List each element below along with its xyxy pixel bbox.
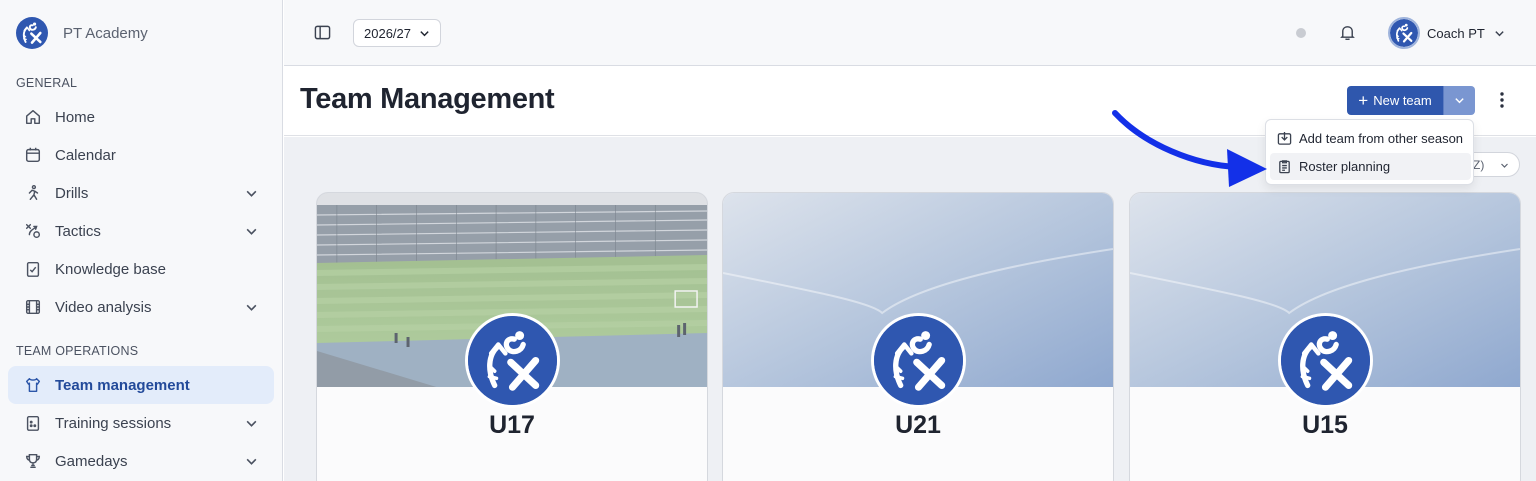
chevron-down-icon xyxy=(1455,98,1464,104)
team-card-u15[interactable]: U15 xyxy=(1129,192,1521,481)
sidebar-toggle-icon[interactable] xyxy=(314,24,331,41)
sidebar-item-label: Calendar xyxy=(55,146,116,164)
avatar xyxy=(1388,17,1420,49)
sidebar-item-label: Training sessions xyxy=(55,414,172,432)
sidebar: PT Academy GENERAL Home Calendar Drills … xyxy=(0,0,283,481)
annotation-arrow xyxy=(1112,110,1267,187)
chevron-down-icon[interactable] xyxy=(245,455,258,468)
sidebar-item-drills[interactable]: Drills xyxy=(8,174,274,212)
sidebar-item-label: Tactics xyxy=(55,222,101,240)
new-team-dropdown-toggle[interactable] xyxy=(1443,86,1475,115)
sidebar-item-label: Video analysis xyxy=(55,298,152,316)
brand[interactable]: PT Academy xyxy=(16,17,148,49)
new-team-split-button: + New team xyxy=(1347,86,1475,115)
bell-icon[interactable] xyxy=(1339,24,1356,41)
team-logo xyxy=(1278,313,1373,408)
sidebar-item-label: Home xyxy=(55,108,96,126)
team-name: U21 xyxy=(895,411,941,439)
sidebar-item-knowledge-base[interactable]: Knowledge base xyxy=(8,250,274,288)
new-team-label: New team xyxy=(1373,93,1432,108)
home-icon xyxy=(25,109,41,125)
sidebar-item-team-management[interactable]: Team management xyxy=(8,366,274,404)
running-icon xyxy=(28,184,39,201)
plus-icon: + xyxy=(1358,91,1369,110)
menu-item-add-team-from-other-season[interactable]: Add team from other season xyxy=(1270,125,1471,152)
team-card-u17[interactable]: U17 xyxy=(316,192,708,481)
sidebar-item-label: Gamedays xyxy=(55,452,128,470)
club-logo-icon xyxy=(1390,19,1418,47)
chevron-down-icon[interactable] xyxy=(245,225,258,238)
clipboard-dice-icon xyxy=(26,415,40,431)
chevron-down-icon[interactable] xyxy=(245,417,258,430)
more-options-icon[interactable] xyxy=(1494,90,1510,110)
sidebar-item-tactics[interactable]: Tactics xyxy=(8,212,274,250)
team-logo xyxy=(465,313,560,408)
chevron-down-icon[interactable] xyxy=(245,301,258,314)
team-name: U17 xyxy=(489,411,535,439)
sidebar-item-training-sessions[interactable]: Training sessions xyxy=(8,404,274,442)
clipboard-check-icon xyxy=(26,261,40,277)
main-content: -Z) U17 U21 U15 xyxy=(284,137,1536,481)
new-team-dropdown-menu: Add team from other season Roster planni… xyxy=(1265,119,1474,185)
sidebar-item-video-analysis[interactable]: Video analysis xyxy=(8,288,274,326)
season-value: 2026/27 xyxy=(364,25,411,41)
sidebar-item-label: Team management xyxy=(55,376,190,394)
sidebar-item-gamedays[interactable]: Gamedays xyxy=(8,442,274,480)
club-logo-icon xyxy=(16,17,48,49)
sidebar-item-label: Knowledge base xyxy=(55,260,166,278)
menu-item-label: Roster planning xyxy=(1299,159,1391,174)
menu-item-roster-planning[interactable]: Roster planning xyxy=(1270,153,1471,180)
chevron-down-icon xyxy=(1495,30,1504,36)
team-card-u21[interactable]: U21 xyxy=(722,192,1114,481)
status-dot xyxy=(1296,28,1306,38)
calendar-icon xyxy=(25,147,41,163)
sidebar-item-calendar[interactable]: Calendar xyxy=(8,136,274,174)
sidebar-item-home[interactable]: Home xyxy=(8,98,274,136)
topbar: 2026/27 Coach PT xyxy=(284,0,1536,66)
tactics-icon xyxy=(25,223,41,239)
section-title-team-operations: TEAM OPERATIONS xyxy=(16,344,139,358)
chevron-down-icon[interactable] xyxy=(245,187,258,200)
season-select[interactable]: 2026/27 xyxy=(353,19,441,47)
film-icon xyxy=(25,299,41,315)
chevron-down-icon xyxy=(1501,163,1508,168)
user-menu[interactable]: Coach PT xyxy=(1388,17,1505,49)
club-logo-icon xyxy=(1281,316,1370,405)
sidebar-item-label: Drills xyxy=(55,184,89,202)
club-logo-icon xyxy=(874,316,963,405)
trophy-icon xyxy=(25,453,41,469)
team-logo xyxy=(871,313,966,408)
app-name: PT Academy xyxy=(63,24,148,42)
page-title: Team Management xyxy=(300,83,555,115)
menu-item-label: Add team from other season xyxy=(1299,131,1464,146)
section-title-general: GENERAL xyxy=(16,76,78,90)
club-logo-icon xyxy=(468,316,557,405)
team-name: U15 xyxy=(1302,411,1348,439)
chevron-down-icon xyxy=(420,31,429,37)
user-name: Coach PT xyxy=(1427,25,1485,41)
team-shirt-icon xyxy=(25,377,41,393)
new-team-button[interactable]: + New team xyxy=(1347,86,1443,115)
